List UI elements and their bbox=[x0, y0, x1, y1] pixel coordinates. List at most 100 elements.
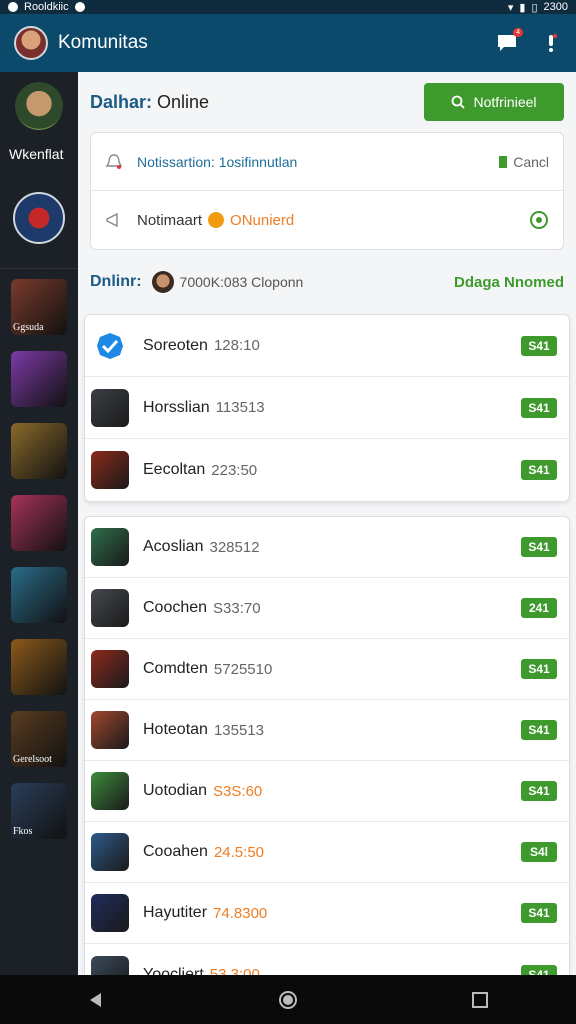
status-bar: Rooldkiic ▾ ▮ ▯ 2300 bbox=[0, 0, 576, 14]
bell-icon bbox=[105, 153, 123, 169]
notifications-card: Notissartion: 1osifinnutlan Cancl Notima… bbox=[90, 132, 564, 250]
online-summary: Dnlinr: 7000K:083 Cloponn Ddaga Nnomed bbox=[78, 250, 576, 314]
list-item-value: 74.8300 bbox=[213, 904, 268, 922]
online-status-link[interactable]: Ddaga Nnomed bbox=[454, 274, 564, 291]
sidebar: Wkenflat Ggsuda Gerelsoot Fkos bbox=[0, 72, 78, 975]
status-badge[interactable]: S41 bbox=[521, 720, 557, 740]
status-badge[interactable]: S41 bbox=[521, 659, 557, 679]
secondary-list: Acoslian 328512 S41 Coochen S33:70 241 Comdten… bbox=[84, 516, 570, 975]
game-thumbnail bbox=[91, 894, 129, 932]
notifications-button-label: Notfrinieel bbox=[473, 94, 537, 110]
list-item-name: Hoteotan bbox=[143, 721, 208, 738]
game-thumbnail bbox=[91, 772, 129, 810]
status-left-text: Rooldkiic bbox=[24, 1, 69, 13]
list-item-value: 128:10 bbox=[213, 337, 260, 354]
online-user-avatar bbox=[151, 271, 174, 293]
notifications-button[interactable]: Notfrinieel bbox=[424, 83, 564, 121]
main-content: Dalhar: Online Notfrinieel Notissartion:… bbox=[78, 72, 576, 975]
sidebar-profile-avatar[interactable] bbox=[15, 82, 63, 130]
message-badge: 4 bbox=[513, 28, 523, 37]
list-item-name: Hayutiter bbox=[143, 904, 208, 921]
list-item[interactable]: Eecoltan 223:50 S41 bbox=[85, 439, 569, 501]
sidebar-game-label: Ggsuda bbox=[13, 322, 44, 333]
recents-icon[interactable] bbox=[471, 991, 489, 1009]
game-thumbnail bbox=[91, 955, 129, 975]
status-badge[interactable]: S41 bbox=[521, 781, 557, 801]
home-icon[interactable] bbox=[278, 990, 298, 1010]
list-item-name: Acoslian bbox=[143, 538, 204, 555]
chat-icon bbox=[498, 35, 516, 51]
title-bold: Dalhar: bbox=[90, 91, 153, 112]
list-item[interactable]: Acoslian 328512 S41 bbox=[85, 517, 569, 578]
sidebar-divider bbox=[0, 268, 78, 269]
sidebar-game-tile[interactable] bbox=[11, 423, 67, 479]
list-item[interactable]: Horsslian 113513 S41 bbox=[85, 377, 569, 439]
signal-icon: ▮ bbox=[519, 1, 526, 14]
check-icon bbox=[91, 327, 129, 365]
header-row: Dalhar: Online Notfrinieel bbox=[78, 72, 576, 132]
list-item[interactable]: Comdten 5725510 S41 bbox=[85, 639, 569, 700]
battery-icon: ▯ bbox=[531, 1, 538, 14]
status-badge[interactable]: S41 bbox=[521, 537, 557, 557]
info-icon bbox=[74, 2, 85, 12]
game-thumbnail bbox=[91, 833, 129, 871]
list-item-name: Uotodian bbox=[143, 782, 208, 799]
sidebar-game-tile[interactable] bbox=[11, 567, 67, 623]
status-badge[interactable]: S41 bbox=[521, 397, 557, 418]
sidebar-community-avatar[interactable] bbox=[13, 192, 65, 244]
whatsapp-icon[interactable] bbox=[529, 210, 549, 230]
sidebar-game-tile[interactable]: Gerelsoot bbox=[11, 711, 67, 767]
messages-button[interactable]: 4 bbox=[496, 28, 523, 54]
app-bar: Komunitas 4 bbox=[0, 14, 576, 72]
list-item-value: 53.3:00 bbox=[209, 966, 260, 975]
sidebar-game-tile[interactable] bbox=[11, 639, 67, 695]
game-thumbnail bbox=[91, 650, 129, 688]
status-badge[interactable]: S41 bbox=[521, 460, 557, 480]
list-item-name: Soreoten bbox=[143, 336, 208, 354]
sidebar-label: Wkenflat bbox=[9, 146, 64, 162]
clock: 2300 bbox=[543, 1, 568, 13]
primary-list: Soreoten 128:10 S41 Horsslian 113513 S41 Eecol… bbox=[84, 314, 570, 502]
status-badge[interactable]: S41 bbox=[521, 903, 557, 923]
list-item-name: Cooahen bbox=[143, 843, 208, 860]
online-count: 7000K:083 Cloponn bbox=[179, 274, 304, 290]
list-item-value: 113513 bbox=[215, 399, 265, 416]
alerts-button[interactable] bbox=[540, 32, 562, 54]
status-badge[interactable]: S4l bbox=[521, 842, 557, 862]
notification-row[interactable]: Notissartion: 1osifinnutlan Cancl bbox=[91, 133, 563, 191]
fire-icon bbox=[208, 212, 225, 228]
list-item[interactable]: Hoteotan 135513 S41 bbox=[85, 700, 569, 761]
list-item-value: S33:70 bbox=[213, 599, 261, 617]
list-item[interactable]: Hayutiter 74.8300 S41 bbox=[85, 883, 569, 944]
alert-icon bbox=[549, 34, 557, 52]
status-badge[interactable]: S41 bbox=[521, 964, 557, 975]
status-badge[interactable]: S41 bbox=[521, 335, 557, 356]
list-item-name: Comdten bbox=[143, 660, 208, 677]
list-item-value: 223:50 bbox=[211, 461, 258, 479]
cancel-link[interactable]: Cancl bbox=[499, 154, 549, 170]
back-icon[interactable] bbox=[87, 991, 105, 1009]
list-item-value: 328512 bbox=[209, 538, 260, 556]
list-item-value: 5725510 bbox=[213, 660, 273, 678]
online-label: Dnlinr: bbox=[90, 273, 142, 290]
list-item[interactable]: Coochen S33:70 241 bbox=[85, 578, 569, 639]
list-item-name: Eecoltan bbox=[143, 461, 206, 478]
list-item[interactable]: Yoocliert 53.3:00 S41 bbox=[85, 944, 569, 975]
wifi-icon: ▾ bbox=[507, 1, 514, 14]
cancel-label: Cancl bbox=[513, 153, 549, 170]
sidebar-game-tile[interactable]: Ggsuda bbox=[11, 279, 67, 335]
notification-icon bbox=[8, 2, 18, 12]
list-item-name: Coochen bbox=[143, 599, 208, 616]
user-avatar[interactable] bbox=[14, 26, 48, 60]
list-item[interactable]: Cooahen 24.5:50 S4l bbox=[85, 822, 569, 883]
sidebar-game-tile[interactable]: Fkos bbox=[11, 783, 67, 839]
sidebar-game-tile[interactable] bbox=[11, 351, 67, 407]
list-item[interactable]: Soreoten 128:10 S41 bbox=[85, 315, 569, 377]
sidebar-game-tile[interactable] bbox=[11, 495, 67, 551]
status-badge[interactable]: 241 bbox=[521, 598, 557, 618]
search-icon bbox=[452, 95, 466, 109]
notification-text: Notissartion: 1osifinnutlan bbox=[137, 153, 298, 170]
notification-row[interactable]: Notimaart ONunierd bbox=[91, 191, 563, 249]
list-item-value: S3S:60 bbox=[213, 782, 263, 800]
list-item[interactable]: Uotodian S3S:60 S41 bbox=[85, 761, 569, 822]
